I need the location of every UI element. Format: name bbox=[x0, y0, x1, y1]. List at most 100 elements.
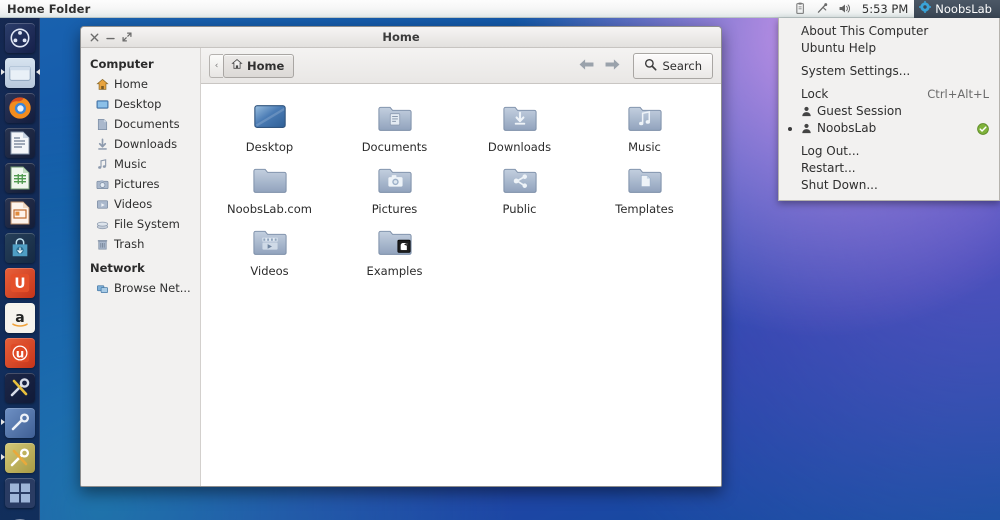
forward-arrow-icon[interactable] bbox=[604, 56, 621, 75]
system-settings-icon bbox=[5, 407, 35, 438]
launcher-item-libreoffice-impress[interactable] bbox=[0, 195, 40, 230]
sidebar-item-videos[interactable]: Videos bbox=[81, 194, 200, 214]
home-icon bbox=[231, 58, 243, 73]
ubuntu-one-music-icon: u bbox=[5, 337, 35, 368]
file-item-documents[interactable]: Documents bbox=[332, 96, 457, 158]
amazon-icon: a bbox=[5, 302, 35, 333]
menu-item-log-out[interactable]: Log Out... bbox=[779, 143, 999, 160]
launcher-item-ubuntu-one[interactable]: U bbox=[0, 265, 40, 300]
pictures-icon bbox=[95, 177, 109, 191]
launcher-item-unity-tweak-tool[interactable] bbox=[0, 440, 40, 475]
launcher-item-system-settings[interactable] bbox=[0, 405, 40, 440]
sidebar-item-downloads[interactable]: Downloads bbox=[81, 134, 200, 154]
home-icon bbox=[95, 77, 109, 91]
menu-item-system-settings[interactable]: System Settings... bbox=[779, 63, 999, 80]
session-dropdown-menu[interactable]: About This Computer Ubuntu Help System S… bbox=[778, 18, 1000, 201]
window-title: Home bbox=[382, 30, 420, 44]
navigation-arrows bbox=[578, 56, 627, 75]
sidebar-item-home[interactable]: Home bbox=[81, 74, 200, 94]
nautilus-toolbar: ‹ Home Search bbox=[201, 48, 721, 84]
back-arrow-icon[interactable] bbox=[578, 56, 595, 75]
menu-item-restart[interactable]: Restart... bbox=[779, 160, 999, 177]
file-item-music[interactable]: Music bbox=[582, 96, 707, 158]
launcher-item-libreoffice-calc[interactable] bbox=[0, 160, 40, 195]
file-item-pictures[interactable]: Pictures bbox=[332, 158, 457, 220]
focused-indicator-icon bbox=[35, 69, 40, 75]
panel-window-title: Home Folder bbox=[7, 1, 91, 16]
window-controls bbox=[81, 32, 132, 43]
path-previous-button[interactable]: ‹ bbox=[209, 53, 223, 78]
desktop-icon bbox=[95, 97, 109, 111]
network-icon bbox=[95, 281, 109, 295]
file-item-label: Pictures bbox=[371, 202, 418, 216]
launcher-item-libreoffice-writer[interactable] bbox=[0, 125, 40, 160]
menu-item-shut-down[interactable]: Shut Down... bbox=[779, 177, 999, 194]
maximize-button[interactable] bbox=[121, 32, 132, 43]
bluetooth-indicator-icon[interactable] bbox=[814, 0, 832, 18]
libreoffice-writer-icon bbox=[5, 127, 35, 158]
menu-item-label: Restart... bbox=[801, 161, 856, 175]
sidebar-item-file-system[interactable]: File System bbox=[81, 214, 200, 234]
file-icon-view[interactable]: Desktop Documents Downloads Music NoobsL… bbox=[201, 84, 721, 486]
launcher-item-amazon[interactable]: a bbox=[0, 300, 40, 335]
public-folder-icon bbox=[496, 160, 544, 200]
menu-item-guest-session[interactable]: Guest Session bbox=[779, 103, 999, 120]
launcher-item-system-tools[interactable] bbox=[0, 370, 40, 405]
menu-item-accelerator: Ctrl+Alt+L bbox=[927, 87, 989, 101]
menu-item-label: System Settings... bbox=[801, 64, 911, 78]
window-titlebar[interactable]: Home bbox=[81, 27, 721, 48]
menu-item-label: Guest Session bbox=[817, 104, 902, 118]
workspace-switcher-icon bbox=[5, 477, 35, 508]
close-button[interactable] bbox=[89, 32, 100, 43]
volume-indicator-icon[interactable] bbox=[836, 0, 854, 18]
sidebar-item-browse-network[interactable]: Browse Net... bbox=[81, 278, 200, 298]
clipboard-indicator-icon[interactable] bbox=[792, 0, 810, 18]
sidebar-item-label: Music bbox=[114, 157, 147, 171]
sidebar-item-desktop[interactable]: Desktop bbox=[81, 94, 200, 114]
file-item-desktop[interactable]: Desktop bbox=[207, 96, 332, 158]
launcher-item-software-center[interactable] bbox=[0, 230, 40, 265]
file-item-public[interactable]: Public bbox=[457, 158, 582, 220]
svg-text:u: u bbox=[16, 346, 24, 360]
launcher-item-workspace-switcher[interactable] bbox=[0, 475, 40, 510]
launcher-item-dash-home[interactable] bbox=[0, 20, 40, 55]
path-button-home[interactable]: Home bbox=[223, 53, 295, 78]
minimize-button[interactable] bbox=[105, 32, 116, 43]
active-session-check-icon bbox=[977, 122, 989, 135]
file-item-downloads[interactable]: Downloads bbox=[457, 96, 582, 158]
downloads-icon bbox=[95, 137, 109, 151]
sidebar-item-label: Documents bbox=[114, 117, 180, 131]
clock-indicator[interactable]: 5:53 PM bbox=[856, 2, 914, 16]
session-indicator[interactable]: NoobsLab bbox=[914, 0, 1000, 18]
documents-folder-icon bbox=[371, 98, 419, 138]
ubuntu-one-icon: U bbox=[5, 267, 35, 298]
file-item-videos[interactable]: Videos bbox=[207, 220, 332, 282]
files-nautilus-icon bbox=[5, 57, 35, 88]
sidebar-item-label: Trash bbox=[114, 237, 145, 251]
file-item-noobslab-com[interactable]: NoobsLab.com bbox=[207, 158, 332, 220]
filesystem-icon bbox=[95, 217, 109, 231]
sidebar-item-label: Browse Net... bbox=[114, 281, 191, 295]
menu-item-noobslab-session[interactable]: NoobsLab bbox=[779, 120, 999, 137]
launcher-item-files[interactable] bbox=[0, 55, 40, 90]
launcher-item-firefox[interactable] bbox=[0, 90, 40, 125]
launcher-item-ubuntu-one-music[interactable]: u bbox=[0, 335, 40, 370]
search-button[interactable]: Search bbox=[633, 52, 713, 79]
libreoffice-calc-icon bbox=[5, 162, 35, 193]
menu-item-lock[interactable]: Lock Ctrl+Alt+L bbox=[779, 86, 999, 103]
sidebar-item-label: File System bbox=[114, 217, 180, 231]
menu-item-ubuntu-help[interactable]: Ubuntu Help bbox=[779, 40, 999, 57]
menu-item-about-this-computer[interactable]: About This Computer bbox=[779, 23, 999, 40]
person-icon bbox=[801, 106, 812, 117]
file-item-examples[interactable]: Examples bbox=[332, 220, 457, 282]
file-item-templates[interactable]: Templates bbox=[582, 158, 707, 220]
sidebar-item-trash[interactable]: Trash bbox=[81, 234, 200, 254]
launcher-item-trash[interactable] bbox=[0, 510, 40, 520]
sidebar-item-documents[interactable]: Documents bbox=[81, 114, 200, 134]
trash-icon bbox=[5, 513, 35, 520]
sidebar-item-music[interactable]: Music bbox=[81, 154, 200, 174]
file-item-label: Public bbox=[502, 202, 537, 216]
sidebar-item-pictures[interactable]: Pictures bbox=[81, 174, 200, 194]
trash-icon bbox=[95, 237, 109, 251]
svg-text:a: a bbox=[15, 310, 24, 326]
